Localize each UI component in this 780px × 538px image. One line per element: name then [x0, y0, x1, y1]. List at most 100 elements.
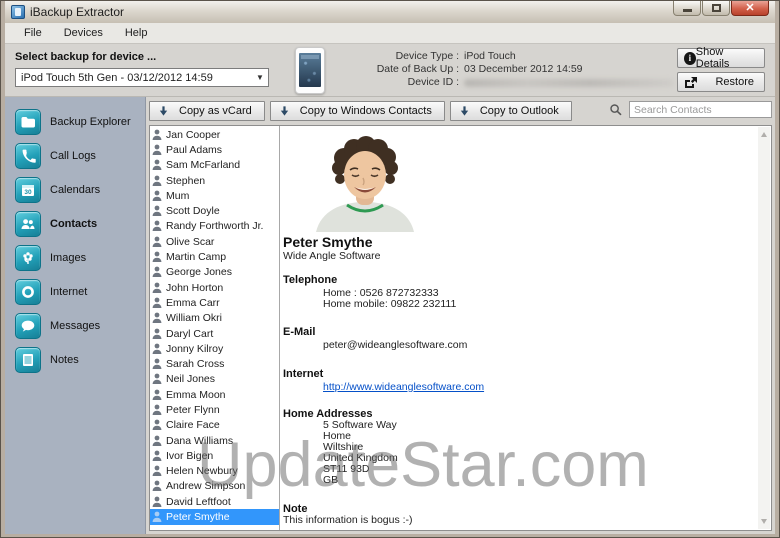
search-icon [609, 103, 623, 117]
menu-devices[interactable]: Devices [53, 24, 114, 42]
contact-row[interactable]: Mum [150, 188, 279, 203]
copy-to-outlook-label: Copy to Outlook [480, 105, 559, 117]
contact-name: Sam McFarland [166, 159, 240, 171]
person-icon [152, 282, 162, 294]
contact-name: David Leftfoot [166, 496, 231, 508]
device-type-value: iPod Touch [464, 50, 516, 63]
contact-row[interactable]: Neil Jones [150, 372, 279, 387]
contact-row[interactable]: Peter Flynn [150, 402, 279, 417]
scroll-up-icon[interactable] [761, 132, 767, 137]
person-icon [152, 343, 162, 355]
copy-to-windows-contacts-button[interactable]: Copy to Windows Contacts [270, 101, 445, 121]
contact-row[interactable]: Sam McFarland [150, 158, 279, 173]
person-icon [152, 419, 162, 431]
contact-name: Sarah Cross [166, 358, 224, 370]
contact-row[interactable]: Jonny Kilroy [150, 341, 279, 356]
person-icon [152, 312, 162, 324]
contact-row[interactable]: Olive Scar [150, 234, 279, 249]
contact-row[interactable]: Dana Williams [150, 433, 279, 448]
close-button[interactable]: ✕ [731, 1, 769, 16]
contact-row[interactable]: Martin Camp [150, 249, 279, 264]
sidebar-item-internet[interactable]: Internet [15, 279, 145, 305]
contact-name: Peter Flynn [166, 404, 220, 416]
show-details-label: Show Details [696, 46, 754, 70]
chevron-down-icon: ▼ [252, 69, 268, 86]
device-id-redacted [464, 79, 674, 87]
sidebar-label: Backup Explorer [50, 116, 131, 128]
contact-row[interactable]: John Horton [150, 280, 279, 295]
contact-name: Scott Doyle [166, 205, 220, 217]
contact-row[interactable]: Emma Moon [150, 387, 279, 402]
person-icon [152, 358, 162, 370]
contact-row[interactable]: Stephen [150, 173, 279, 188]
window-title: iBackup Extractor [30, 5, 124, 19]
search-input[interactable] [629, 101, 772, 118]
contact-name: Jan Cooper [166, 129, 220, 141]
menu-help[interactable]: Help [114, 24, 159, 42]
contact-row[interactable]: Randy Forthworth Jr. [150, 219, 279, 234]
copy-to-outlook-button[interactable]: Copy to Outlook [450, 101, 572, 121]
person-icon [152, 205, 162, 217]
sidebar-label: Internet [50, 286, 87, 298]
email-address: peter@wideanglesoftware.com [283, 340, 755, 351]
scroll-down-icon[interactable] [761, 519, 767, 524]
sidebar-item-contacts[interactable]: Contacts [15, 211, 145, 237]
website-link[interactable]: http://www.wideanglesoftware.com [323, 381, 484, 393]
sidebar-item-messages[interactable]: Messages [15, 313, 145, 339]
menu-file[interactable]: File [13, 24, 53, 42]
contact-row[interactable]: Claire Face [150, 418, 279, 433]
sidebar-item-images[interactable]: Images [15, 245, 145, 271]
sidebar-label: Images [50, 252, 86, 264]
flower-icon [15, 245, 41, 271]
contact-row[interactable]: Andrew Simpson [150, 479, 279, 494]
content-area: Backup Explorer Call Logs 30 Calendars [5, 97, 775, 534]
contact-row[interactable]: Peter Smythe [150, 509, 279, 524]
person-icon [152, 435, 162, 447]
person-icon [152, 129, 162, 141]
backup-date-value: 03 December 2012 14:59 [464, 63, 583, 76]
device-type-row: Device Type : iPod Touch [341, 50, 674, 63]
person-icon [152, 373, 162, 385]
restore-button[interactable]: Restore [677, 72, 765, 92]
show-details-button[interactable]: i Show Details [677, 48, 765, 68]
sidebar-item-backup-explorer[interactable]: Backup Explorer [15, 109, 145, 135]
calendar-icon: 30 [15, 177, 41, 203]
contact-row[interactable]: David Leftfoot [150, 494, 279, 509]
sidebar-item-call-logs[interactable]: Call Logs [15, 143, 145, 169]
copy-as-vcard-label: Copy as vCard [179, 105, 252, 117]
copy-as-vcard-button[interactable]: Copy as vCard [149, 101, 265, 121]
contact-row[interactable]: Emma Carr [150, 295, 279, 310]
menu-bar: File Devices Help [5, 23, 775, 44]
sidebar-label: Calendars [50, 184, 100, 196]
speech-bubble-icon [15, 313, 41, 339]
client-area: File Devices Help Select backup for devi… [5, 23, 775, 534]
contact-row[interactable]: Jan Cooper [150, 127, 279, 142]
contact-row[interactable]: Daryl Cart [150, 326, 279, 341]
contact-row[interactable]: George Jones [150, 265, 279, 280]
backup-dropdown-value: iPod Touch 5th Gen - 03/12/2012 14:59 [21, 72, 213, 84]
contact-name: Randy Forthworth Jr. [166, 220, 263, 232]
person-icon [152, 450, 162, 462]
backup-date-row: Date of Back Up : 03 December 2012 14:59 [341, 63, 674, 76]
person-icon [152, 328, 162, 340]
maximize-button[interactable] [702, 1, 730, 16]
restore-label: Restore [715, 76, 754, 88]
sidebar-label: Call Logs [50, 150, 96, 162]
contact-row[interactable]: Sarah Cross [150, 356, 279, 371]
detail-name: Peter Smythe [283, 234, 755, 250]
person-icon [152, 480, 162, 492]
contact-row[interactable]: Scott Doyle [150, 203, 279, 218]
detail-scrollbar[interactable] [758, 127, 770, 529]
minimize-button[interactable] [673, 1, 701, 16]
sidebar-item-notes[interactable]: Notes [15, 347, 145, 373]
contact-name: Claire Face [166, 419, 220, 431]
contact-row[interactable]: Ivor Bigen [150, 448, 279, 463]
contact-row[interactable]: Paul Adams [150, 142, 279, 157]
device-info: Device Type : iPod Touch Date of Back Up… [341, 50, 674, 89]
backup-dropdown[interactable]: iPod Touch 5th Gen - 03/12/2012 14:59 ▼ [15, 68, 269, 87]
contact-row[interactable]: William Okri [150, 311, 279, 326]
people-icon [15, 211, 41, 237]
contact-list[interactable]: Jan Cooper Paul Adams [150, 126, 280, 530]
contact-row[interactable]: Helen Newbury [150, 464, 279, 479]
sidebar-item-calendars[interactable]: 30 Calendars [15, 177, 145, 203]
